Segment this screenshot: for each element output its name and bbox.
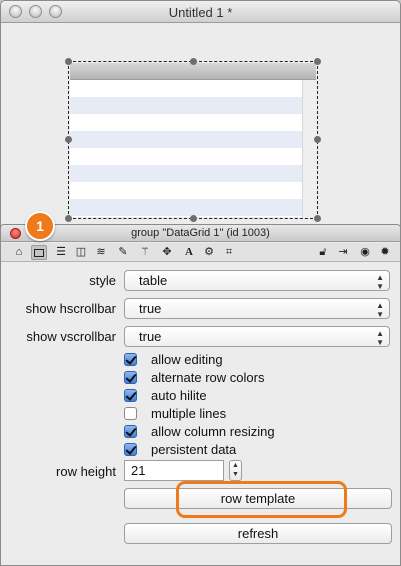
popup-arrows-icon: ▲ ▼ — [376, 329, 384, 347]
target-icon[interactable]: ◉ — [357, 245, 373, 260]
vscrollbar-value: true — [139, 329, 162, 344]
row-height-label: row height — [56, 464, 116, 479]
gears-icon[interactable]: ⚙ — [201, 245, 217, 260]
checkbox[interactable] — [124, 371, 137, 384]
resize-handle[interactable] — [314, 215, 321, 222]
hscrollbar-label: show hscrollbar — [25, 301, 116, 316]
gear-icon[interactable]: ✹ — [377, 245, 393, 260]
grid-row — [70, 131, 316, 148]
style-popup[interactable]: table ▲ ▼ — [124, 270, 390, 291]
checkbox-label: alternate row colors — [151, 370, 265, 385]
checkbox[interactable] — [124, 353, 137, 366]
resize-handle[interactable] — [190, 58, 197, 65]
vscrollbar-label: show vscrollbar — [26, 329, 116, 344]
row-height-stepper[interactable]: ▲ ▼ — [229, 460, 242, 481]
checkbox-label: allow editing — [151, 352, 223, 367]
resize-handle[interactable] — [65, 136, 72, 143]
inspector-title: group "DataGrid 1" (id 1003) — [131, 227, 270, 239]
grid-row — [70, 199, 316, 216]
close-icon[interactable] — [10, 228, 21, 239]
step-badge: 1 — [25, 211, 55, 241]
callout-highlight — [176, 481, 347, 518]
move-icon[interactable]: ✥ — [159, 245, 175, 260]
hscrollbar-popup[interactable]: true ▲ ▼ — [124, 298, 390, 319]
resize-handle[interactable] — [65, 215, 72, 222]
checkbox[interactable] — [124, 443, 137, 456]
hscrollbar-value: true — [139, 301, 162, 316]
datagrid-preview[interactable] — [70, 63, 316, 217]
row-height-input[interactable]: 21 — [124, 460, 224, 481]
window-title: Untitled 1 * — [168, 5, 233, 20]
columns-icon[interactable]: ◫ — [73, 245, 89, 260]
checkbox[interactable] — [124, 425, 137, 438]
export-icon[interactable]: ⇥ — [335, 245, 351, 260]
grid-row — [70, 80, 316, 97]
checkbox-label: allow column resizing — [151, 424, 275, 439]
checkbox[interactable] — [124, 389, 137, 402]
grid-row — [70, 182, 316, 199]
pencil-icon[interactable]: ✎ — [115, 245, 131, 260]
checkbox-label: multiple lines — [151, 406, 227, 421]
list-icon[interactable]: ☰ — [53, 245, 69, 260]
title-bar[interactable]: Untitled 1 * — [1, 1, 400, 23]
database-icon[interactable]: ≋ — [93, 245, 109, 260]
text-icon[interactable]: A — [181, 245, 197, 260]
popup-arrows-icon: ▲ ▼ — [376, 273, 384, 291]
grid-row — [70, 97, 316, 114]
popup-arrows-icon: ▲ ▼ — [376, 301, 384, 319]
refresh-button[interactable]: refresh — [124, 523, 392, 544]
checkbox-label: auto hilite — [151, 388, 207, 403]
resize-handle[interactable] — [190, 215, 197, 222]
grid-row — [70, 148, 316, 165]
resize-handle[interactable] — [314, 58, 321, 65]
grid-icon[interactable]: ⌗ — [221, 245, 237, 260]
style-label: style — [89, 273, 116, 288]
checkbox-label: persistent data — [151, 442, 237, 457]
lock-icon[interactable]: 🔓︎ — [315, 245, 331, 260]
grid-row — [70, 165, 316, 182]
checkbox[interactable] — [124, 407, 137, 420]
vscrollbar-popup[interactable]: true ▲ ▼ — [124, 326, 390, 347]
grid-vscrollbar[interactable] — [302, 80, 316, 217]
home-icon[interactable]: ⌂ — [11, 245, 27, 260]
resize-handle[interactable] — [314, 136, 321, 143]
magic-wand-icon[interactable]: ⚚ — [137, 245, 153, 260]
grid-header — [70, 63, 316, 80]
style-value: table — [139, 273, 168, 288]
inspector-title-bar[interactable]: group "DataGrid 1" (id 1003) — [1, 225, 400, 242]
datagrid-icon[interactable] — [31, 245, 47, 260]
resize-handle[interactable] — [65, 58, 72, 65]
inspector-toolbar: ⌂ ☰ ◫ ≋ ✎ ⚚ ✥ A ⚙ ⌗ 🔓︎ ⇥ ◉ ✹ — [1, 243, 400, 262]
grid-row — [70, 114, 316, 131]
